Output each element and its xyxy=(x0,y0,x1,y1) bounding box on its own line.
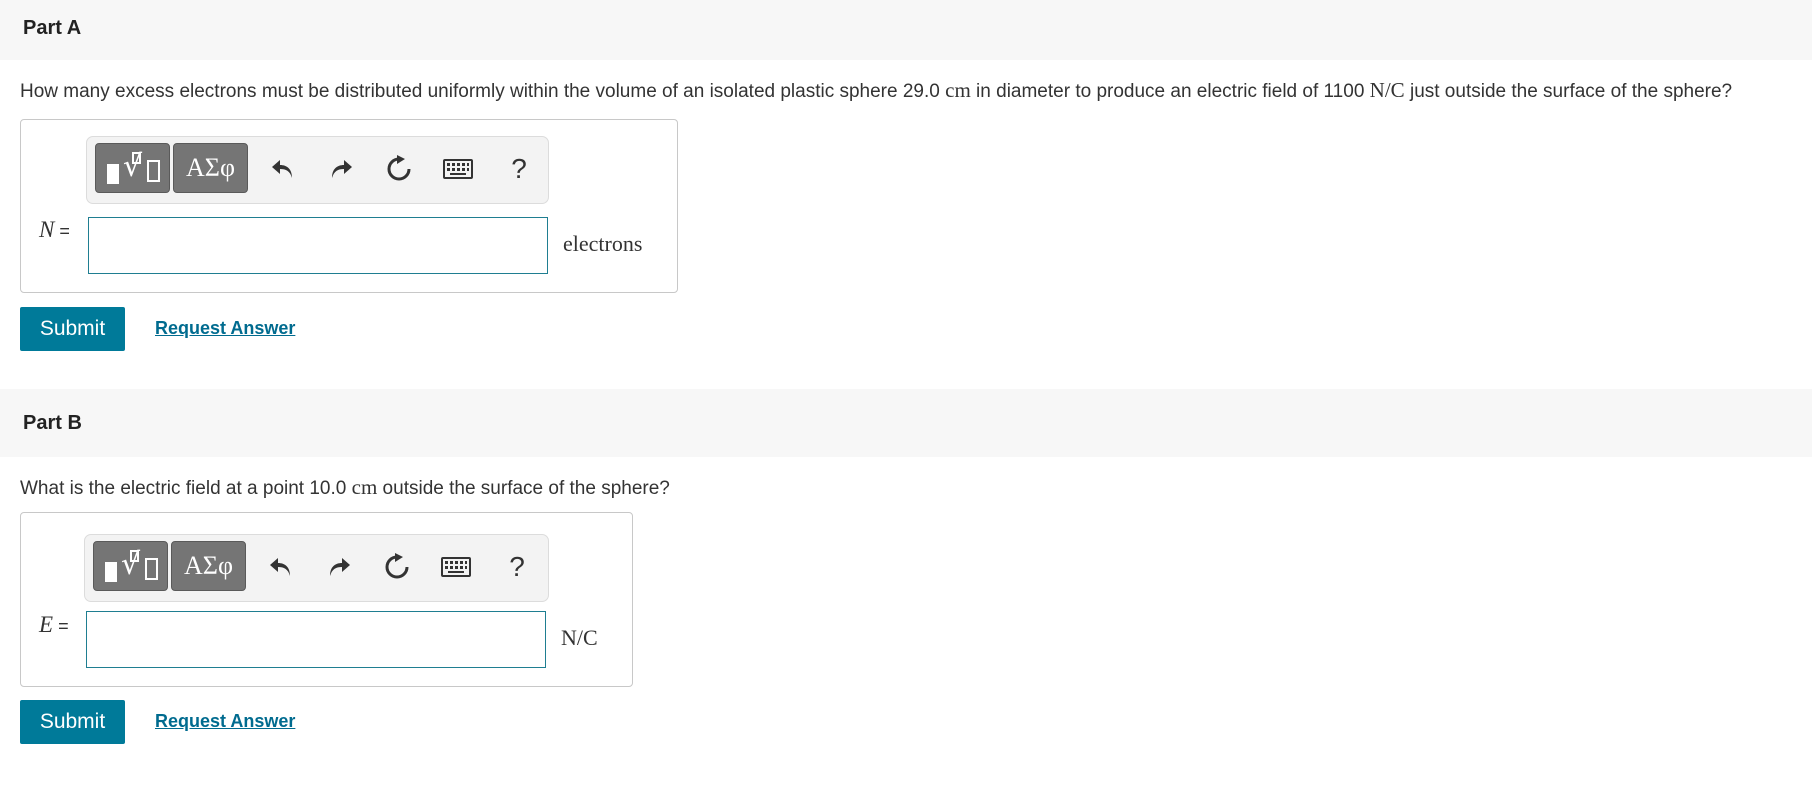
question-text: in diameter to produce an electric field… xyxy=(970,81,1370,102)
reset-button[interactable] xyxy=(379,549,415,585)
equals-sign: = xyxy=(54,221,70,241)
templates-button[interactable]: √ xyxy=(95,143,170,193)
unit-n-per-c: N/C xyxy=(1369,78,1405,102)
greek-symbols-button[interactable]: ΑΣφ xyxy=(173,143,248,193)
unit-cm: cm xyxy=(945,78,971,102)
part-a-title: Part A xyxy=(23,17,82,39)
keyboard-icon xyxy=(441,557,471,577)
help-button[interactable]: ? xyxy=(499,549,535,585)
undo-icon xyxy=(272,160,292,178)
submit-button-part-b[interactable]: Submit xyxy=(20,700,125,744)
math-toolbar: √ ΑΣφ ? xyxy=(86,136,549,204)
redo-button[interactable] xyxy=(321,549,357,585)
part-b-question: What is the electric field at a point 10… xyxy=(20,475,670,500)
redo-button[interactable] xyxy=(323,151,359,187)
variable-symbol: N xyxy=(39,217,55,242)
question-text: What is the electric field at a point 10… xyxy=(20,478,352,499)
undo-button[interactable] xyxy=(263,549,299,585)
math-toolbar: √ ΑΣφ ? xyxy=(84,534,549,602)
answer-input-n[interactable] xyxy=(88,217,548,274)
keyboard-button[interactable] xyxy=(440,151,476,187)
unit-label: N/C xyxy=(561,625,598,650)
help-button[interactable]: ? xyxy=(501,151,537,187)
templates-button[interactable]: √ xyxy=(93,541,168,591)
equals-sign: = xyxy=(53,616,69,636)
reset-icon xyxy=(385,553,409,579)
question-text: outside the surface of the sphere? xyxy=(377,478,670,499)
request-answer-link-part-a[interactable]: Request Answer xyxy=(155,318,295,339)
part-b-header: Part B xyxy=(0,389,1812,457)
submit-button-part-a[interactable]: Submit xyxy=(20,307,125,351)
part-b-title: Part B xyxy=(23,412,82,434)
unit-cm: cm xyxy=(351,475,378,499)
variable-label: N = xyxy=(39,217,70,243)
request-answer-link-part-b[interactable]: Request Answer xyxy=(155,711,295,732)
reset-button[interactable] xyxy=(381,151,417,187)
variable-label: E = xyxy=(39,612,69,638)
question-text: How many excess electrons must be distri… xyxy=(20,81,946,102)
keyboard-button[interactable] xyxy=(438,549,474,585)
greek-symbols-button[interactable]: ΑΣφ xyxy=(171,541,246,591)
part-a-answer-box: √ ΑΣφ ? N = electrons xyxy=(20,119,678,293)
part-a-header: Part A xyxy=(0,0,1812,60)
redo-icon xyxy=(330,558,350,576)
variable-symbol: E xyxy=(39,612,54,637)
keyboard-icon xyxy=(443,159,473,179)
redo-icon xyxy=(332,160,352,178)
answer-input-e[interactable] xyxy=(86,611,546,668)
part-a-question: How many excess electrons must be distri… xyxy=(20,78,1732,103)
question-text: just outside the surface of the sphere? xyxy=(1404,81,1733,102)
undo-button[interactable] xyxy=(265,151,301,187)
part-b-answer-box: √ ΑΣφ ? E = N/C xyxy=(20,512,633,687)
unit-label: electrons xyxy=(563,231,643,256)
reset-icon xyxy=(387,155,411,181)
undo-icon xyxy=(270,558,290,576)
